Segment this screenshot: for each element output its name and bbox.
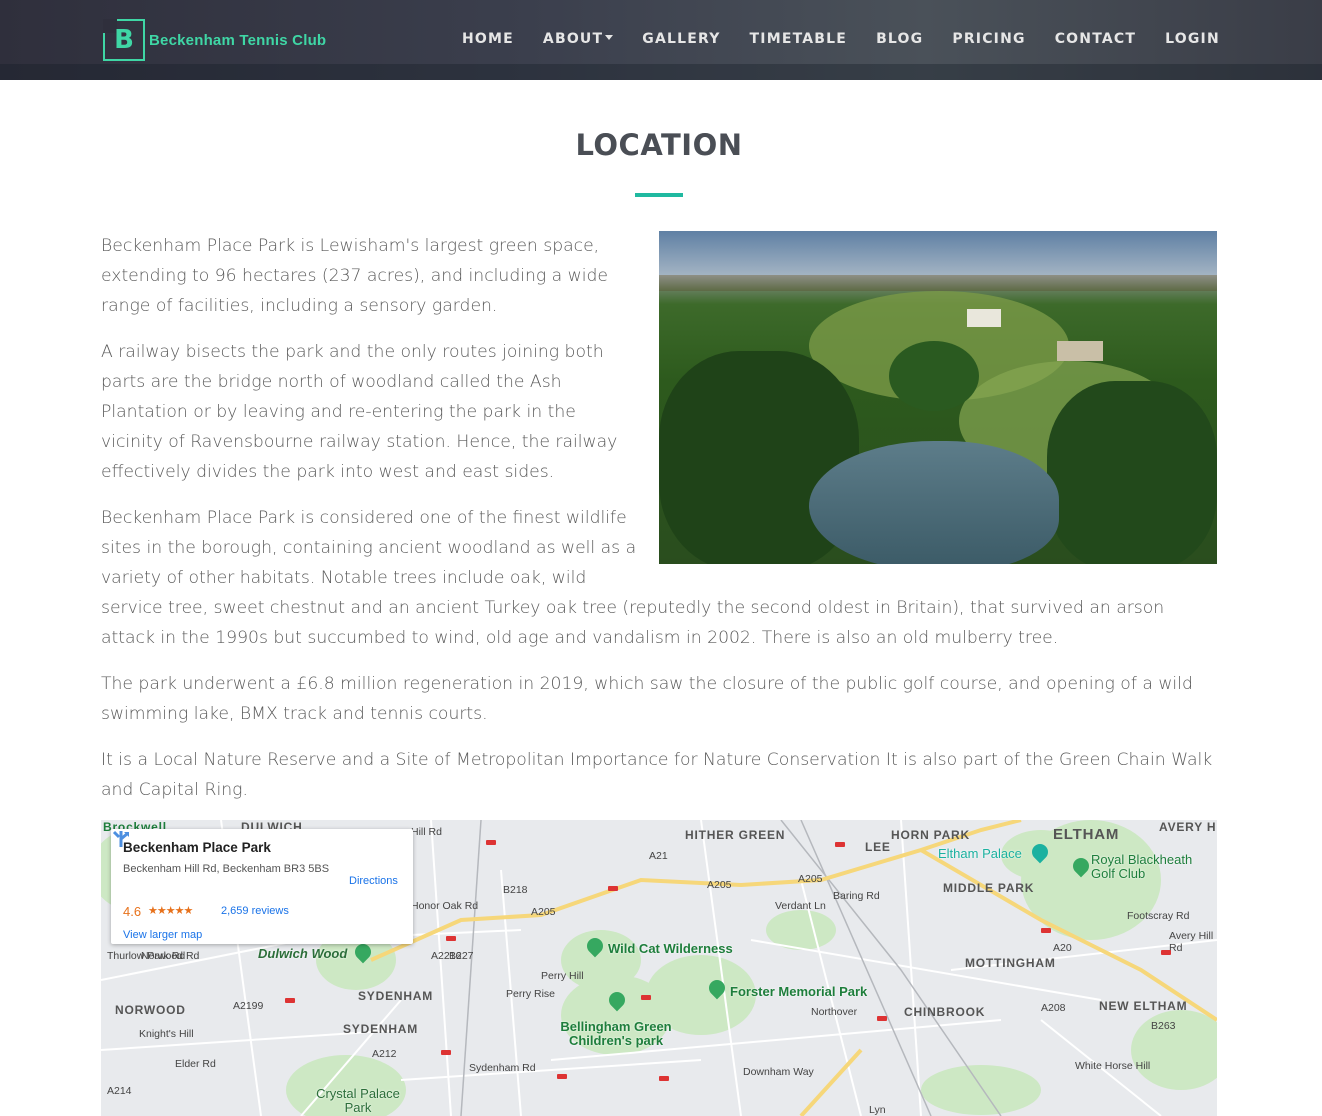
road-a205-1: A205 xyxy=(707,879,732,891)
view-larger-map-link[interactable]: View larger map xyxy=(123,929,202,941)
road-northover: Northover xyxy=(811,1006,858,1018)
place-card-rating: 4.6 xyxy=(123,904,142,919)
map-area-lee: LEE xyxy=(865,840,891,854)
navbar-shade xyxy=(0,64,1322,80)
rail-station-icon[interactable] xyxy=(557,1074,567,1079)
rail-station-icon[interactable] xyxy=(446,936,456,941)
rail-station-icon[interactable] xyxy=(659,1076,669,1081)
map-poi-dulwich-wood[interactable]: Dulwich Wood xyxy=(258,946,347,961)
rail-station-icon[interactable] xyxy=(608,886,618,891)
location-content: Beckenham Place Park is Lewisham's large… xyxy=(101,231,1217,821)
paragraph-regeneration: The park underwent a £6.8 million regene… xyxy=(101,674,1193,724)
rail-station-icon[interactable] xyxy=(641,995,651,1000)
map-area-sydenham: SYDENHAM xyxy=(343,1022,419,1036)
map-area-sydenham-upper: SYDENHAM xyxy=(358,989,434,1003)
road-a214: A214 xyxy=(107,1085,132,1097)
road-thurlow-park-rd: Thurlow Park Rd xyxy=(107,950,186,962)
caret-down-icon xyxy=(605,35,614,40)
rail-station-icon[interactable] xyxy=(441,1050,451,1055)
road-baring-rd: Baring Rd xyxy=(833,890,880,902)
road-a2199: A2199 xyxy=(233,1000,264,1012)
road-lyn: Lyn xyxy=(869,1104,886,1116)
road-white-horse-hill: White Horse Hill xyxy=(1075,1060,1151,1072)
road-elder-rd: Elder Rd xyxy=(175,1058,216,1070)
nav-pricing[interactable]: PRICING xyxy=(952,31,1025,47)
road-honor-oak-rd: Honor Oak Rd xyxy=(411,900,479,912)
map-poi-forster-memorial-park[interactable]: Forster Memorial Park xyxy=(730,984,867,999)
map-area-horn-park: HORN PARK xyxy=(891,828,970,842)
nav-blog[interactable]: BLOG xyxy=(876,31,923,47)
road-a20: A20 xyxy=(1053,942,1072,954)
rail-station-icon[interactable] xyxy=(835,842,845,847)
place-card-reviews-link[interactable]: 2,659 reviews xyxy=(221,905,289,917)
nav-gallery[interactable]: GALLERY xyxy=(642,31,720,47)
nav-login[interactable]: LOGIN xyxy=(1165,31,1220,47)
road-downham-way: Downham Way xyxy=(743,1066,814,1078)
map-poi-royal-blackheath[interactable]: Royal Blackheath Golf Club xyxy=(1091,853,1211,881)
map-place-card: Beckenham Place Park Beckenham Hill Rd, … xyxy=(111,829,413,944)
road-b263: B263 xyxy=(1151,1020,1176,1032)
rail-station-icon[interactable] xyxy=(1041,928,1051,933)
road-verdant-ln: Verdant Ln xyxy=(775,900,826,912)
place-card-title: Beckenham Place Park xyxy=(123,840,271,855)
main-nav: HOME ABOUT GALLERY TIMETABLE BLOG PRICIN… xyxy=(462,31,1249,47)
rail-station-icon[interactable] xyxy=(877,1016,887,1021)
road-perry-hill: Perry Hill xyxy=(541,970,584,982)
brand-name: Beckenham Tennis Club xyxy=(149,31,327,49)
road-avery-hill-rd: Avery Hill Rd xyxy=(1169,930,1214,954)
map-area-new-eltham: NEW ELTHAM xyxy=(1099,999,1188,1013)
page-title: LOCATION xyxy=(575,128,743,162)
nav-about-label: ABOUT xyxy=(542,31,604,47)
brand-logo-link[interactable]: B Beckenham Tennis Club xyxy=(103,19,326,61)
directions-link[interactable]: Directions xyxy=(349,875,398,887)
road-a205-2: A205 xyxy=(798,873,823,885)
map-area-mottingham: MOTTINGHAM xyxy=(965,956,1056,970)
nav-home[interactable]: HOME xyxy=(462,31,514,47)
rail-station-icon[interactable] xyxy=(285,998,295,1003)
brand-logo-icon: B xyxy=(103,19,145,61)
nav-contact[interactable]: CONTACT xyxy=(1055,31,1136,47)
place-card-address: Beckenham Hill Rd, Beckenham BR3 5BS xyxy=(123,863,330,875)
map-area-norwood: NORWOOD xyxy=(115,1003,186,1017)
map-poi-crystal-palace-park[interactable]: Crystal Palace Park xyxy=(313,1087,403,1115)
road-perry-rise: Perry Rise xyxy=(506,988,556,1000)
google-map-embed[interactable]: HITHER GREEN HORN PARK ELTHAM AVERY H LE… xyxy=(101,820,1217,1116)
rating-stars-icon: ★★★★★ xyxy=(148,904,193,917)
road-knights-hill: Knight's Hill xyxy=(139,1028,194,1040)
title-underline xyxy=(635,193,683,197)
park-aerial-photo xyxy=(659,231,1217,564)
map-area-hither-green: HITHER GREEN xyxy=(685,828,786,842)
road-a205-3: A205 xyxy=(531,906,556,918)
brand-letter: B xyxy=(114,25,134,55)
paragraph-nature-reserve: It is a Local Nature Reserve and a Site … xyxy=(101,750,1213,800)
road-hill-rd: Hill Rd xyxy=(411,826,442,838)
rail-station-icon[interactable] xyxy=(486,840,496,845)
map-poi-bellingham-green[interactable]: Bellingham Green Children's park xyxy=(556,1020,676,1048)
road-sydenham-rd: Sydenham Rd xyxy=(469,1062,536,1074)
map-area-eltham: ELTHAM xyxy=(1053,826,1120,843)
road-b218: B218 xyxy=(503,884,528,896)
directions-icon[interactable] xyxy=(111,829,131,849)
nav-timetable[interactable]: TIMETABLE xyxy=(750,31,848,47)
road-a21: A21 xyxy=(649,850,668,862)
map-area-middle-park: MIDDLE PARK xyxy=(943,881,1035,895)
road-a212: A212 xyxy=(372,1048,397,1060)
road-b227: B227 xyxy=(449,950,474,962)
road-footscray-rd: Footscray Rd xyxy=(1127,910,1190,922)
rail-station-icon[interactable] xyxy=(1161,950,1171,955)
map-area-avery-hill: AVERY H xyxy=(1159,820,1217,834)
nav-about-dropdown[interactable]: ABOUT xyxy=(542,31,614,47)
map-poi-eltham-palace[interactable]: Eltham Palace xyxy=(938,846,1022,861)
map-poi-wild-cat-wilderness[interactable]: Wild Cat Wilderness xyxy=(608,941,733,956)
top-navbar: B Beckenham Tennis Club HOME ABOUT GALLE… xyxy=(0,0,1322,80)
road-a208: A208 xyxy=(1041,1002,1066,1014)
map-area-chinbrook: CHINBROOK xyxy=(904,1005,986,1019)
